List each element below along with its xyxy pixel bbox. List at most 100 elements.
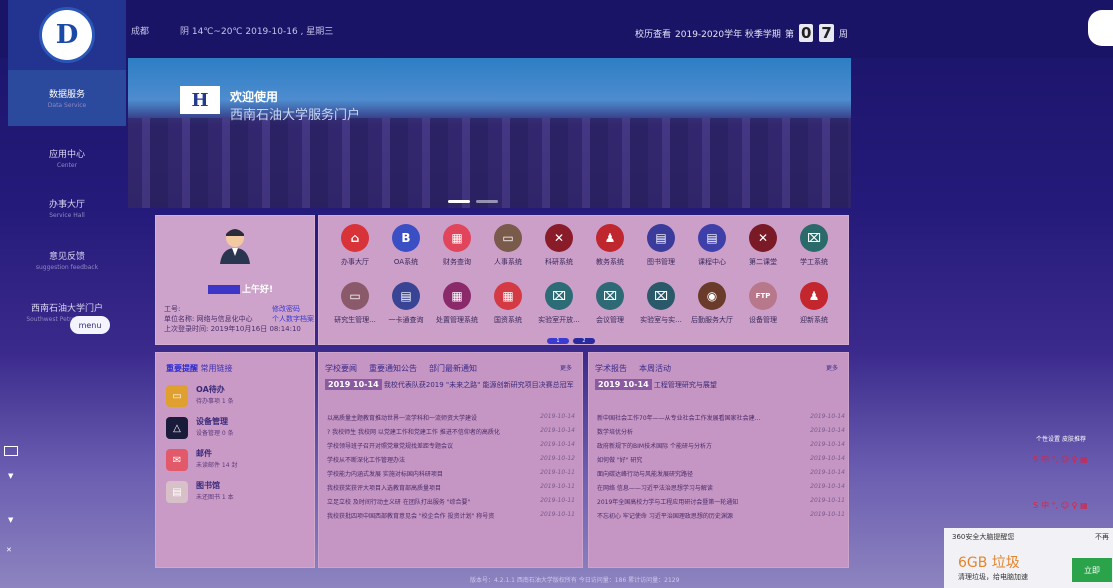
close-icon[interactable]: ✕ <box>6 546 12 554</box>
sidebar-item-label: 西南石油大学门户 <box>30 304 103 314</box>
news-item[interactable]: 不忘初心 牢记使命 习近平治国理政思想的历史渊源 2019-10-11 <box>597 511 845 520</box>
app-tile[interactable]: ⌧ 学工系统 <box>790 224 838 267</box>
more-link[interactable]: 更多 <box>560 363 572 372</box>
tab-school-news[interactable]: 学校要闻 <box>325 363 357 374</box>
carousel-dot[interactable] <box>448 200 470 203</box>
news-tabs: 学校要闻 重要通知公告 部门最新通知 <box>325 363 477 374</box>
news-item[interactable]: 数学培优分析 2019-10-14 <box>597 427 845 436</box>
app-page-dot[interactable]: 2 <box>573 338 595 344</box>
sidebar-item-portal[interactable]: 西南石油大学门户 Southwest Petroleum Uni... <box>8 284 126 340</box>
news-title: 学校领导班子召开对照党章党规找差距专题会议 <box>327 443 454 450</box>
app-label: 一卡通查询 <box>388 316 424 324</box>
popup-subtitle: 清理垃圾，给电脑加速 <box>958 573 1028 581</box>
news-item[interactable]: 面向碳达峰行动与风能发展研究路径 2019-10-14 <box>597 469 845 478</box>
shirt-icon[interactable]: ▼ <box>8 516 13 524</box>
news-title: 新中国社会工作70年——从专业社会工作发展看国家社会建... <box>597 415 761 422</box>
weather-info: 阴 14℃~20℃ 2019-10-16 , 星期三 <box>180 27 334 37</box>
app-tile[interactable]: ▭ 人事系统 <box>484 224 532 267</box>
footer-info: 版本号：4.2.1.1 西南石油大学版权所有 今日访问量：186 累计访问量：2… <box>470 577 680 584</box>
news-item[interactable]: 我校获批四项中国西部教育意见会 "校企合作 投资计划" 称号资 2019-10-1… <box>327 511 575 520</box>
news-item[interactable]: 立足立校 及时间行动主义研 在团队打出服务 "综合要" 2019-10-11 <box>327 497 575 506</box>
tab-common-links[interactable]: 常用链接 <box>201 364 233 373</box>
app-tile[interactable]: ▦ 国资系统 <box>484 282 532 325</box>
app-page-dot[interactable]: 1 <box>547 338 569 344</box>
chat-icon[interactable] <box>4 446 18 456</box>
app-tile[interactable]: FTP 设备管理 <box>739 282 787 325</box>
university-logo[interactable]: D <box>8 0 126 70</box>
reminder-item[interactable]: △ 设备管理 设备管理 0 条 <box>164 415 312 441</box>
news-date: 2019-10-14 <box>810 455 845 462</box>
news-date: 2019-10-14 <box>810 427 845 434</box>
shirt-icon[interactable]: ▼ <box>8 472 13 480</box>
app-tile[interactable]: ⌧ 会议管理 <box>586 282 634 325</box>
news-item[interactable]: 学校领导班子召开对照党章党规找差距专题会议 2019-10-14 <box>327 441 575 450</box>
news-item[interactable]: 学校能力内涵式发展 实施对标国内科研项目 2019-10-11 <box>327 469 575 478</box>
news-item[interactable]: 如何做 "好" 研究 2019-10-14 <box>597 455 845 464</box>
news-date: 2019-10-14 <box>540 413 575 420</box>
reminder-item[interactable]: ✉ 邮件 未读邮件 14 封 <box>164 447 312 473</box>
week-digit-2: 7 <box>819 24 834 42</box>
sidebar-item-data-service[interactable]: 数据服务 Data Service <box>8 70 126 126</box>
clean-now-button[interactable]: 立即 <box>1072 558 1112 582</box>
news-item[interactable]: 2019年全国高校力学与工程应用研讨会暨第一轮通知 2019-10-11 <box>597 497 845 506</box>
carousel-dot[interactable] <box>476 200 498 203</box>
tab-notices[interactable]: 重要通知公告 <box>369 363 417 374</box>
digital-archive-link[interactable]: 个人数字档案 <box>272 314 314 324</box>
tab-dept-notices[interactable]: 部门最新通知 <box>429 363 477 374</box>
reminder-item[interactable]: ▤ 图书馆 未还图书 1 本 <box>164 479 312 505</box>
app-tile[interactable]: B OA系统 <box>382 224 430 267</box>
unit-value: 网络与信息化中心 <box>196 315 253 323</box>
news-item[interactable]: 新中国社会工作70年——从专业社会工作发展看国家社会建... 2019-10-14 <box>597 413 845 422</box>
news-title: 学校从不断深化工作管理办法 <box>327 457 406 464</box>
banner-title: 西南石油大学服务门户 <box>230 108 361 123</box>
app-tile[interactable]: ✕ 第二课堂 <box>739 224 787 267</box>
app-tile[interactable]: ♟ 教务系统 <box>586 224 634 267</box>
menu-button[interactable]: menu <box>70 316 110 334</box>
headline-title: 我校代表队获2019 "未来之路" 能源创新研究项目决赛总冠军 <box>383 381 574 389</box>
news-item[interactable]: 政府新规下的BIM技术国际 个能研与分析方 2019-10-14 <box>597 441 845 450</box>
news-item[interactable]: 学校从不断深化工作管理办法 2019-10-12 <box>327 455 575 464</box>
app-icon: B <box>392 224 420 252</box>
app-tile[interactable]: ✕ 科研系统 <box>535 224 583 267</box>
tab-academic-reports[interactable]: 学术报告 <box>595 363 627 374</box>
ime-toolbar[interactable]: S 中 °, ☺ ♀ ▦ <box>1033 452 1111 466</box>
news-item[interactable]: 以高质量主题教育推动世界一流学科和一流师资大学建设 2019-10-14 <box>327 413 575 422</box>
app-tile[interactable]: ▦ 财务查询 <box>433 224 481 267</box>
news-item[interactable]: 我校获奖获评大项目入选教育部高质量项目 2019-10-11 <box>327 483 575 492</box>
ime-tab-skins[interactable]: 皮肤推荐 <box>1062 436 1086 443</box>
headline-news[interactable]: 2019 10-14 我校代表队获2019 "未来之路" 能源创新研究项目决赛总… <box>325 379 575 391</box>
app-tile[interactable]: ▤ 课程中心 <box>688 224 736 267</box>
ime-tab-settings[interactable]: 个性设置 <box>1036 436 1060 443</box>
change-password-link[interactable]: 修改密码 <box>272 304 300 314</box>
reminder-item[interactable]: ▭ OA待办 待办事项 1 条 <box>164 383 312 409</box>
reminders-panel: 重要提醒 常用链接 ▭ OA待办 待办事项 1 条 △ 设备管理 设备管理 0 条 ✉ 邮件未… <box>155 352 315 568</box>
more-link[interactable]: 更多 <box>826 363 838 372</box>
ime-toolbar[interactable]: S 中 °, ☺ ♀ ▦ <box>1033 498 1111 512</box>
sidebar-item-service-hall[interactable]: 办事大厅 Service Hall <box>8 180 126 236</box>
campus-photo <box>128 118 851 208</box>
app-tile[interactable]: ⌂ 办事大厅 <box>331 224 379 267</box>
headline-news[interactable]: 2019 10-14 工程管理研究与展望 <box>595 379 845 391</box>
employee-id-label: 工号: <box>164 305 181 313</box>
user-profile-card: 上午好! 工号: 修改密码 单位名称: 网络与信息化中心 个人数字档案 上次登录… <box>155 215 315 345</box>
app-tile[interactable]: ▦ 处置管理系统 <box>433 282 481 325</box>
news-date: 2019-10-14 <box>810 483 845 490</box>
popup-dismiss[interactable]: 不再 <box>1095 532 1109 542</box>
news-item[interactable]: 在网络 信息——习近平法治思想学习与解读 2019-10-14 <box>597 483 845 492</box>
tab-important[interactable]: 重要提醒 <box>166 364 198 373</box>
user-avatar[interactable] <box>1088 10 1113 46</box>
news-item[interactable]: ? 我校师生 我校网 以党建工作和党建工作 推进不信仰者的高质化 2019-10-… <box>327 427 575 436</box>
app-tile[interactable]: ⌧ 实验室与实... <box>637 282 685 325</box>
app-tile[interactable]: ▤ 一卡通查询 <box>382 282 430 325</box>
tab-weekly-events[interactable]: 本周活动 <box>639 363 671 374</box>
app-tile[interactable]: ⌧ 实验室开放... <box>535 282 583 325</box>
app-tile[interactable]: ♟ 迎新系统 <box>790 282 838 325</box>
sidebar-item-feedback[interactable]: 意见反馈 suggestion feedback <box>8 232 126 288</box>
app-tile[interactable]: ▭ 研究生管理... <box>331 282 379 325</box>
calendar-link[interactable]: 校历查看 <box>635 27 671 40</box>
app-label: 办事大厅 <box>341 258 369 266</box>
app-tile[interactable]: ▤ 图书管理 <box>637 224 685 267</box>
sidebar-item-sublabel: Data Service <box>47 102 87 109</box>
sidebar-item-app-center[interactable]: 应用中心 Center <box>8 130 126 186</box>
app-tile[interactable]: ◉ 后勤服务大厅 <box>688 282 736 325</box>
